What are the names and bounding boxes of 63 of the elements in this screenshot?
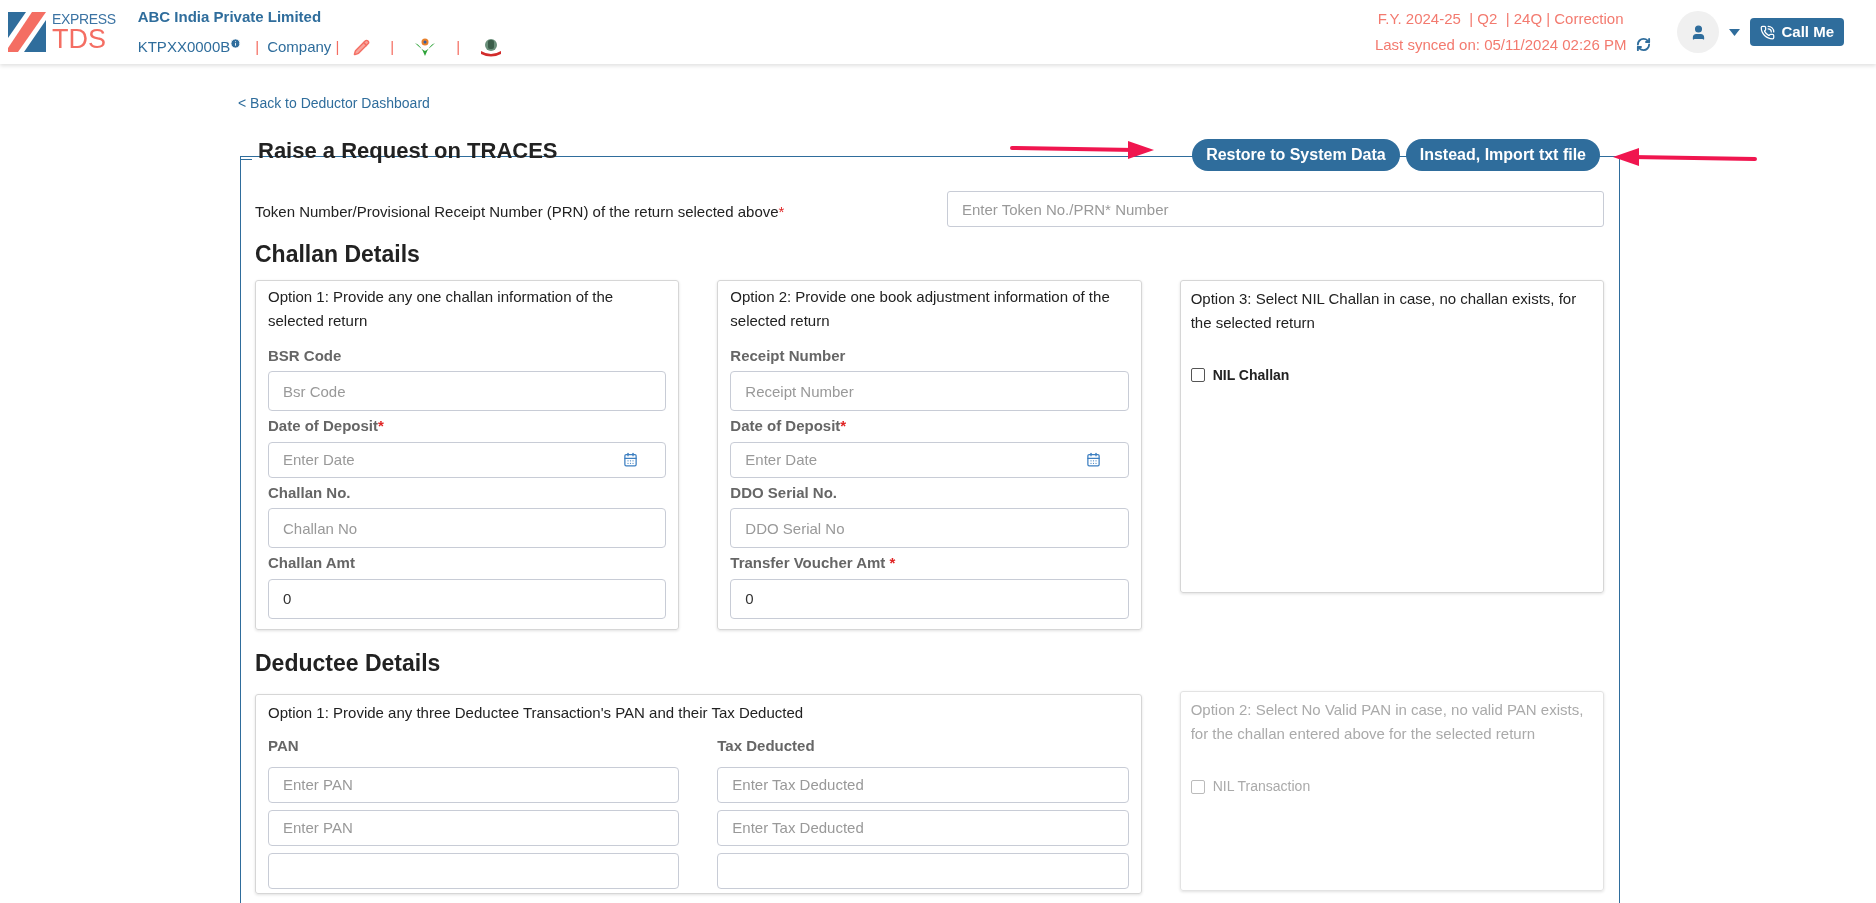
calendar-icon[interactable] bbox=[1085, 451, 1101, 467]
field-label: BSR Code bbox=[268, 345, 343, 366]
input-field[interactable]: Bsr Code bbox=[268, 371, 667, 411]
entity-type: Company bbox=[267, 37, 332, 57]
field-label: Challan Amt bbox=[268, 553, 356, 573]
option-title: Option 2: Select No Valid PAN in case, no valid PAN exists, for the challan entered above for the selected return bbox=[1190, 700, 1585, 744]
section-title: Raise a Request on TRACES bbox=[257, 136, 559, 165]
input-field[interactable]: Enter Tax Deducted bbox=[717, 809, 1129, 846]
pan-number: KTPXX0000B bbox=[137, 37, 231, 57]
action-button[interactable]: Restore to System Data bbox=[1192, 139, 1400, 171]
return-info: F.Y. 2024-25 | Q2 | 24Q | Correction bbox=[1377, 9, 1624, 29]
input-field[interactable]: 0 bbox=[268, 578, 667, 619]
back-link[interactable]: < Back to Deductor Dashboard bbox=[238, 95, 430, 111]
separator: | bbox=[255, 37, 260, 57]
logo-text: EXPRESS bbox=[52, 12, 116, 26]
action-button[interactable]: Instead, Import txt file bbox=[1405, 139, 1600, 171]
checkbox-label: NIL Transaction bbox=[1212, 777, 1311, 796]
input-field[interactable]: Receipt Number bbox=[730, 371, 1129, 411]
logo-text: TDS bbox=[52, 26, 107, 52]
input-field[interactable]: DDO Serial No bbox=[730, 508, 1129, 548]
input-field[interactable]: Enter PAN bbox=[268, 809, 680, 846]
field-label: Receipt Number bbox=[730, 345, 847, 366]
option-title: Option 1: Provide any one challan information of the selected return bbox=[268, 286, 615, 331]
last-synced-text: Last synced on: 05/11/2024 02:26 PM bbox=[1374, 34, 1627, 55]
separator: | bbox=[456, 37, 461, 57]
checkbox[interactable] bbox=[1190, 368, 1205, 382]
info-icon[interactable] bbox=[230, 37, 242, 49]
input-field[interactable]: Enter Tax Deducted bbox=[717, 766, 1129, 803]
field-label: Date of Deposit* bbox=[730, 416, 848, 436]
call-me-button[interactable]: Call Me bbox=[1750, 18, 1844, 46]
company-name: ABC India Private Limited bbox=[137, 6, 323, 27]
sync-icon[interactable] bbox=[1636, 37, 1652, 53]
phone-icon bbox=[1760, 24, 1776, 40]
logo[interactable]: EXPRESS TDS bbox=[8, 12, 116, 52]
separator: | bbox=[390, 37, 395, 57]
input-field[interactable]: Challan No bbox=[268, 508, 667, 548]
token-input-field[interactable]: Enter Token No./PRN* Number bbox=[947, 191, 1604, 227]
input-field[interactable] bbox=[268, 852, 680, 889]
section-heading: Deductee Details bbox=[255, 648, 442, 678]
input-field[interactable]: 0 bbox=[730, 578, 1129, 619]
input-field[interactable] bbox=[717, 852, 1129, 889]
field-label: DDO Serial No. bbox=[730, 482, 839, 503]
emblem-icon[interactable] bbox=[480, 37, 503, 58]
column-label: PAN bbox=[268, 736, 300, 756]
calendar-icon[interactable] bbox=[623, 451, 639, 467]
field-label: Date of Deposit* bbox=[268, 416, 385, 436]
token-label: Token Number/Provisional Receipt Number (PRN) of the return selected above* bbox=[255, 201, 785, 222]
field-label: Challan No. bbox=[268, 482, 352, 503]
option-title: Option 1: Provide any three Deductee Transaction's PAN and their Tax Deducted bbox=[268, 703, 805, 723]
logo-mark-icon bbox=[8, 12, 48, 52]
caret-icon[interactable] bbox=[1729, 28, 1741, 36]
column-label: Tax Deducted bbox=[717, 736, 816, 756]
field-label: Transfer Voucher Amt * bbox=[730, 553, 897, 573]
separator: | bbox=[335, 37, 340, 57]
section-heading: Challan Details bbox=[255, 240, 421, 269]
input-field[interactable]: Enter PAN bbox=[268, 766, 680, 803]
date-field[interactable]: Enter Date bbox=[268, 441, 667, 478]
pencil-icon[interactable] bbox=[353, 38, 371, 56]
date-field[interactable]: Enter Date bbox=[730, 441, 1129, 478]
option-title: Option 3: Select NIL Challan in case, no challan exists, for the selected return bbox=[1190, 288, 1578, 333]
option-title: Option 2: Provide one book adjustment information of the selected return bbox=[730, 286, 1111, 331]
avatar[interactable] bbox=[1677, 11, 1720, 53]
checkbox-label: NIL Challan bbox=[1212, 365, 1290, 385]
